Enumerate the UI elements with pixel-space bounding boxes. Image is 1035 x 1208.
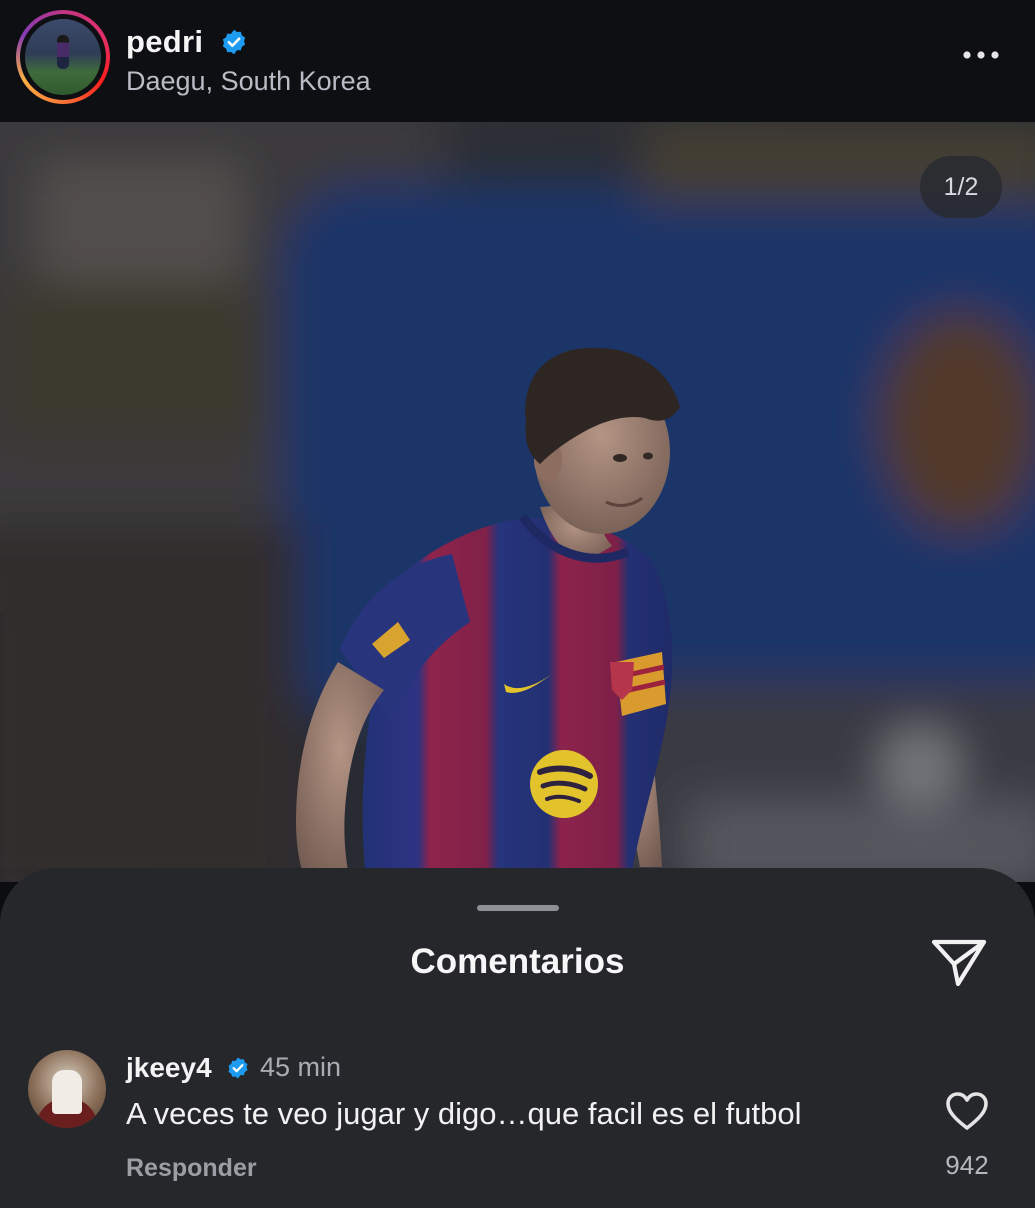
avatar[interactable]: [25, 19, 101, 95]
comments-title: Comentarios: [410, 942, 625, 981]
verified-badge-icon: [222, 29, 246, 55]
reply-button[interactable]: Responder: [126, 1154, 257, 1183]
commenter-avatar[interactable]: [28, 1050, 106, 1128]
comments-sheet: Comentarios jkeey4 45 min A veces te veo…: [0, 868, 1035, 1208]
post-header: pedri Daegu, South Korea: [0, 0, 1035, 122]
post-username[interactable]: pedri: [126, 24, 203, 60]
like-count: 942: [945, 1150, 989, 1180]
comment-timestamp: 45 min: [260, 1052, 342, 1082]
post-photo[interactable]: [0, 122, 1035, 882]
post-location[interactable]: Daegu, South Korea: [126, 66, 371, 97]
heart-outline-icon[interactable]: [944, 1090, 990, 1132]
verified-badge-icon: [228, 1057, 248, 1079]
player-photo: [0, 122, 1035, 882]
story-ring[interactable]: [16, 10, 110, 104]
send-icon[interactable]: [928, 936, 990, 990]
more-horizontal-icon[interactable]: [958, 40, 1004, 70]
comment-text: A veces te veo jugar y digo…que facil es…: [126, 1096, 802, 1131]
sheet-drag-handle[interactable]: [477, 905, 559, 911]
comment-item: jkeey4 45 min A veces te veo jugar y dig…: [0, 1046, 1035, 1196]
commenter-username[interactable]: jkeey4: [126, 1052, 212, 1084]
slide-counter: 1/2: [920, 156, 1002, 218]
